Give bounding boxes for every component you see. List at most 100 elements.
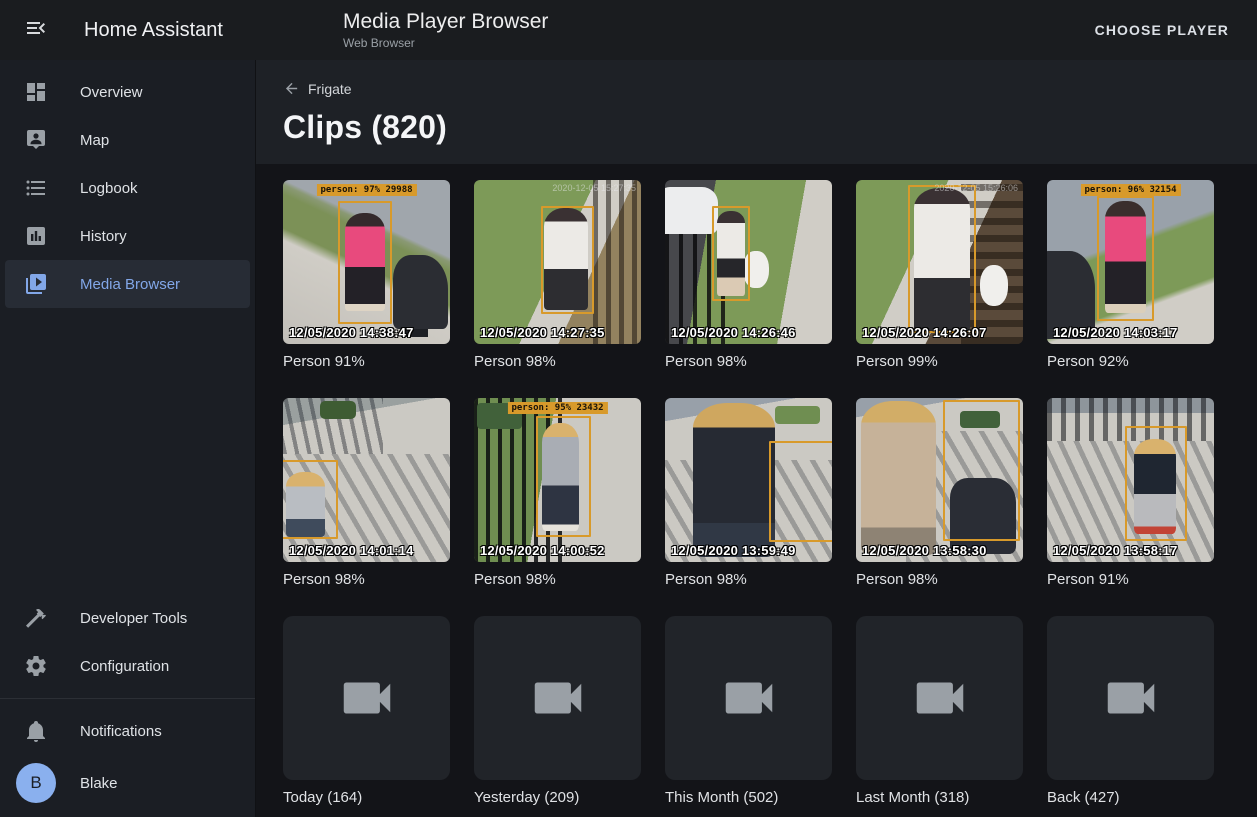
clip-timestamp: 12/05/2020 14:27:35 — [480, 325, 605, 340]
history-chart-icon — [24, 224, 48, 248]
clip-card[interactable]: person: 97% 29988 12/05/2020 14:38:47 Pe… — [283, 180, 450, 370]
sidebar-item-overview[interactable]: Overview — [5, 68, 250, 116]
clip-card[interactable]: person: 95% 23432 12/05/2020 14:00:52 Pe… — [474, 398, 641, 588]
clip-timestamp: 12/05/2020 14:38:47 — [289, 325, 414, 340]
clip-label: Person 91% — [1047, 571, 1214, 588]
clip-card[interactable]: 12/05/2020 13:58:17 Person 91% — [1047, 398, 1214, 588]
clip-thumbnail[interactable]: 12/05/2020 14:26:46 — [665, 180, 832, 344]
scene-prop — [393, 255, 448, 329]
detection-bbox — [536, 416, 591, 537]
app-title: Home Assistant — [84, 19, 223, 42]
sidebar-item-label: Overview — [80, 84, 143, 101]
folder-thumbnail[interactable] — [283, 616, 450, 780]
media-grid: person: 97% 29988 12/05/2020 14:38:47 Pe… — [283, 180, 1230, 806]
sidebar-item-logbook[interactable]: Logbook — [5, 164, 250, 212]
clip-card[interactable]: person: 96% 32154 12/05/2020 14:03:17 Pe… — [1047, 180, 1214, 370]
video-camera-icon — [336, 667, 398, 729]
detection-bbox — [541, 206, 594, 314]
clip-thumbnail[interactable]: person: 96% 32154 12/05/2020 14:03:17 — [1047, 180, 1214, 344]
clip-card[interactable]: 12/05/2020 14:26:46 Person 98% — [665, 180, 832, 370]
clip-timestamp: 12/05/2020 14:01:14 — [289, 543, 414, 558]
panel-title: Media Player Browser — [343, 10, 548, 34]
sidebar-item-history[interactable]: History — [5, 212, 250, 260]
clip-timestamp: 12/05/2020 14:03:17 — [1053, 325, 1178, 340]
sidebar-item-notifications[interactable]: Notifications — [5, 707, 250, 755]
folder-card-this-month[interactable]: This Month (502) — [665, 616, 832, 806]
clip-card[interactable]: 12/05/2020 14:01:14 Person 98% — [283, 398, 450, 588]
sidebar-item-configuration[interactable]: Configuration — [5, 642, 250, 690]
folder-label: Today (164) — [283, 789, 450, 806]
clip-label: Person 98% — [474, 353, 641, 370]
clip-thumbnail[interactable]: person: 95% 23432 12/05/2020 14:00:52 — [474, 398, 641, 562]
clip-label: Person 91% — [283, 353, 450, 370]
profile-name: Blake — [80, 775, 118, 792]
folder-label: This Month (502) — [665, 789, 832, 806]
bell-icon — [24, 719, 48, 743]
clip-thumbnail[interactable]: person: 97% 29988 12/05/2020 14:38:47 — [283, 180, 450, 344]
clip-thumbnail[interactable]: 2020-12-05 15:27:35 12/05/2020 14:27:35 — [474, 180, 641, 344]
panel-subtitle: Web Browser — [343, 36, 548, 50]
media-grid-container: person: 97% 29988 12/05/2020 14:38:47 Pe… — [256, 164, 1257, 817]
folder-thumbnail[interactable] — [665, 616, 832, 780]
breadcrumb-label: Frigate — [308, 81, 352, 97]
folder-thumbnail[interactable] — [474, 616, 641, 780]
clip-timestamp: 12/05/2020 13:58:17 — [1053, 543, 1178, 558]
clip-timestamp: 12/05/2020 14:26:46 — [671, 325, 796, 340]
gear-icon — [24, 654, 48, 678]
panel-toolbar: Media Player Browser Web Browser CHOOSE … — [256, 0, 1257, 60]
clip-thumbnail[interactable]: 12/05/2020 13:58:30 — [856, 398, 1023, 562]
folder-card-last-month[interactable]: Last Month (318) — [856, 616, 1023, 806]
clip-timestamp: 12/05/2020 13:58:30 — [862, 543, 987, 558]
sidebar-item-developer-tools[interactable]: Developer Tools — [5, 594, 250, 642]
person-figure — [861, 401, 936, 555]
clip-thumbnail[interactable]: 12/05/2020 13:59:49 — [665, 398, 832, 562]
scene-prop — [665, 187, 718, 235]
sidebar-item-map[interactable]: Map — [5, 116, 250, 164]
choose-player-button[interactable]: CHOOSE PLAYER — [1087, 14, 1237, 46]
app-window: Home Assistant Media Player Browser Web … — [0, 0, 1257, 817]
folder-thumbnail[interactable] — [1047, 616, 1214, 780]
main-content: Frigate Clips (820) — [256, 60, 1257, 817]
sidebar-item-label: Configuration — [80, 658, 169, 675]
sidebar-item-label: Map — [80, 132, 109, 149]
folder-card-yesterday[interactable]: Yesterday (209) — [474, 616, 641, 806]
detection-chip: person: 95% 23432 — [507, 402, 607, 414]
clip-thumbnail[interactable]: 12/05/2020 13:58:17 — [1047, 398, 1214, 562]
clip-card[interactable]: 12/05/2020 13:59:49 Person 98% — [665, 398, 832, 588]
clip-thumbnail[interactable]: 2020-12-05 15:26:06 12/05/2020 14:26:07 — [856, 180, 1023, 344]
scene-prop — [980, 265, 1008, 306]
clip-card[interactable]: 2020-12-05 15:26:06 12/05/2020 14:26:07 … — [856, 180, 1023, 370]
folder-label: Back (427) — [1047, 789, 1214, 806]
scene-prop — [775, 406, 820, 424]
clip-thumbnail[interactable]: 12/05/2020 14:01:14 — [283, 398, 450, 562]
folder-label: Last Month (318) — [856, 789, 1023, 806]
folder-card-back[interactable]: Back (427) — [1047, 616, 1214, 806]
hammer-icon — [24, 606, 48, 630]
sidebar-item-label: Notifications — [80, 723, 162, 740]
media-browser-icon — [24, 272, 48, 296]
video-camera-icon — [527, 667, 589, 729]
detection-bbox — [712, 206, 750, 301]
folder-label: Yesterday (209) — [474, 789, 641, 806]
clip-label: Person 98% — [474, 571, 641, 588]
folder-card-today[interactable]: Today (164) — [283, 616, 450, 806]
sidebar-item-label: Media Browser — [80, 276, 180, 293]
person-figure — [693, 403, 775, 557]
sidebar-item-label: History — [80, 228, 127, 245]
avatar: B — [16, 763, 56, 803]
clip-timestamp: 12/05/2020 14:00:52 — [480, 543, 605, 558]
map-account-icon — [24, 128, 48, 152]
clip-card[interactable]: 2020-12-05 15:27:35 12/05/2020 14:27:35 … — [474, 180, 641, 370]
clip-card[interactable]: 12/05/2020 13:58:30 Person 98% — [856, 398, 1023, 588]
top-app-bar: Home Assistant Media Player Browser Web … — [0, 0, 1257, 60]
sidebar-item-profile[interactable]: B Blake — [5, 755, 250, 811]
sidebar-header: Home Assistant — [0, 12, 256, 48]
menu-toggle-button[interactable] — [18, 12, 54, 48]
sidebar-item-media-browser[interactable]: Media Browser — [5, 260, 250, 308]
breadcrumb[interactable]: Frigate — [283, 80, 352, 97]
detection-chip: person: 97% 29988 — [316, 184, 416, 196]
clip-label: Person 99% — [856, 353, 1023, 370]
detection-bbox — [1125, 426, 1187, 541]
clip-label: Person 98% — [856, 571, 1023, 588]
folder-thumbnail[interactable] — [856, 616, 1023, 780]
